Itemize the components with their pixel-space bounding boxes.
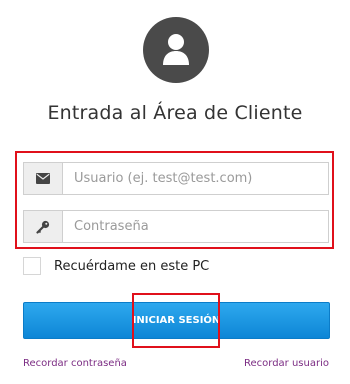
remember-me-label: Recuérdame en este PC: [54, 258, 210, 274]
password-field: [23, 210, 329, 243]
password-input[interactable]: [63, 211, 328, 242]
key-icon: [24, 211, 63, 242]
remember-me[interactable]: Recuérdame en este PC: [23, 257, 209, 275]
forgot-password-link[interactable]: Recordar contraseña: [23, 358, 127, 369]
page-title: Entrada al Área de Cliente: [47, 102, 303, 124]
username-field: [23, 162, 329, 195]
user-avatar-icon: [143, 17, 209, 83]
envelope-icon: [24, 163, 63, 194]
username-input[interactable]: [63, 163, 328, 194]
remember-me-checkbox[interactable]: [23, 257, 41, 275]
forgot-username-link[interactable]: Recordar usuario: [244, 358, 329, 369]
login-button[interactable]: INICIAR SESIÓN: [23, 302, 330, 339]
